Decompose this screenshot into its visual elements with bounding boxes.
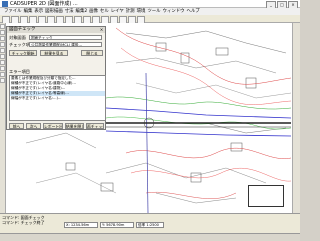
window-title: CADSUPER 2D (図面作成) ... (10, 1, 78, 7)
menu-help[interactable]: ヘルプ (187, 8, 200, 15)
menu-cell[interactable]: セル (100, 8, 109, 15)
next-button[interactable]: 次へ (26, 123, 41, 129)
coord-x-field: X: 1234.56m (64, 222, 98, 228)
arc-tool-icon[interactable] (0, 54, 5, 59)
command-line-2: コマンド: チェック終了 (2, 220, 45, 225)
menu-edit[interactable]: 編集 (24, 8, 33, 15)
menu-tools[interactable]: ツール (147, 8, 160, 15)
target-label: 対象図面 (9, 35, 26, 40)
toolbar (0, 15, 300, 24)
close-result-button[interactable]: 結果を閉じる (65, 123, 84, 129)
report-button[interactable]: レポート出力 (43, 123, 63, 129)
check-item-select[interactable]: 公共測量作業規程(MCL) 建設... (29, 42, 102, 47)
panel-close-icon[interactable]: × (99, 27, 104, 32)
polyline-tool-icon[interactable] (0, 36, 5, 41)
menu-layer[interactable]: レイヤ (111, 8, 124, 15)
app-icon (2, 1, 8, 7)
error-section-label: エラー項目 (9, 69, 30, 74)
menu-image[interactable]: 画像 (89, 8, 98, 15)
error-list[interactable]: 要素とは作業規程及び分類で指定した... 線種が不正です(レイヤ名:道路中心線)… (9, 75, 106, 121)
target-field[interactable]: 図面チェック (29, 35, 102, 40)
menu-env[interactable]: 環境 (137, 8, 146, 15)
error-item[interactable]: 線幅が不正です(レイヤ名:...)… (10, 96, 105, 101)
menu-bar: ファイル 編集 表示 図形描画 寸法 編集2 画像 セル レイヤ 計測 環境 ツ… (0, 8, 300, 15)
hatch-tool-icon[interactable] (0, 66, 5, 71)
menu-window[interactable]: ウィンドウ (163, 8, 185, 15)
taskbar (0, 233, 300, 241)
rect-tool-icon[interactable] (0, 42, 5, 47)
close-panel-button[interactable]: 閉じる (81, 50, 103, 56)
line-tool-icon[interactable] (0, 30, 5, 35)
drawing-title-block (248, 185, 284, 207)
title-bar: CADSUPER 2D (図面作成) ... _ □ × (0, 0, 300, 9)
start-check-button[interactable]: チェック開始 (9, 50, 37, 56)
view-result-button[interactable]: 結果を見る (40, 50, 68, 56)
recheck-button[interactable]: 再チェック (86, 123, 104, 129)
circle-tool-icon[interactable] (0, 48, 5, 53)
menu-dimension[interactable]: 寸法 (65, 8, 74, 15)
text-tool-icon[interactable] (0, 60, 5, 65)
dimension-tool-icon[interactable] (0, 72, 5, 77)
scale-field: 倍率 1:2500 (136, 222, 164, 228)
prev-button[interactable]: 前へ (9, 123, 24, 129)
right-tool-palette (292, 23, 300, 213)
menu-measure[interactable]: 計測 (126, 8, 135, 15)
menu-file[interactable]: ファイル (4, 8, 22, 15)
menu-draw[interactable]: 図形描画 (45, 8, 63, 15)
menu-view[interactable]: 表示 (34, 8, 43, 15)
select-tool-icon[interactable] (0, 24, 5, 29)
panel-title: 図面チェック (7, 27, 105, 33)
check-panel: 図面チェック × 対象図面 図面チェック チェック項目 公共測量作業規程(MCL… (6, 26, 106, 130)
menu-edit2[interactable]: 編集2 (76, 8, 88, 15)
symbol-tool-icon[interactable] (0, 78, 5, 83)
coord-y-field: Y: 5678.90m (100, 222, 134, 228)
